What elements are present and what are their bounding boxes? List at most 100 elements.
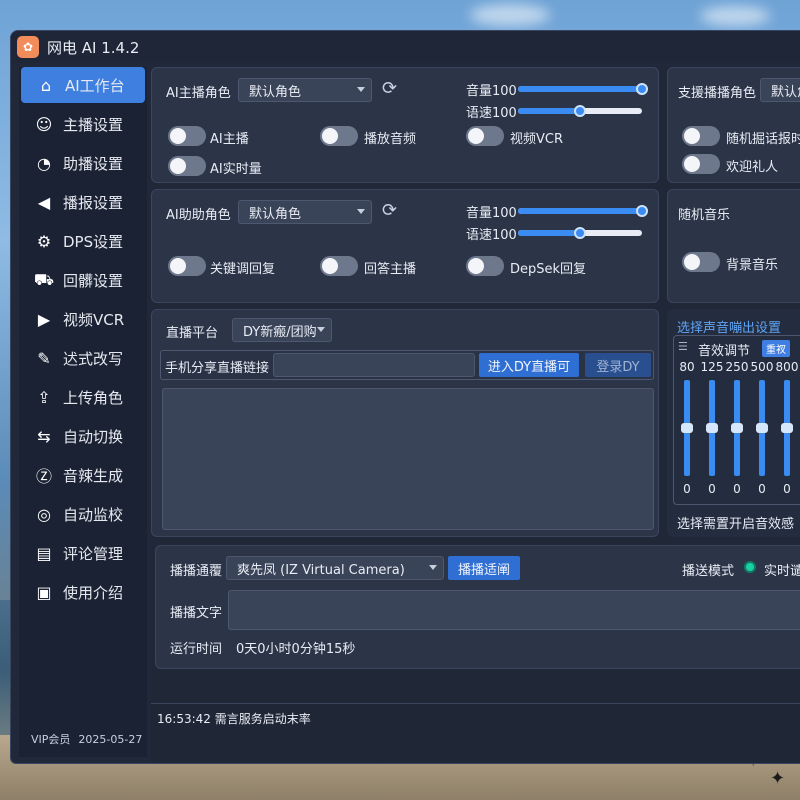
broadcast-text-input[interactable]: [228, 590, 800, 630]
video-icon: ▶: [37, 309, 51, 329]
sidebar-item-label: 视频VCR: [63, 310, 125, 329]
background-music-toggle[interactable]: [682, 252, 720, 272]
eq-band-label: 500: [750, 360, 774, 374]
sidebar-item-label: 使用介绍: [63, 583, 124, 602]
play-audio-toggle[interactable]: [320, 126, 358, 146]
random-report-toggle[interactable]: [682, 126, 720, 146]
broadcast-mode-radio[interactable]: [744, 561, 756, 573]
sidebar-item-comment-management[interactable]: ▤ 评论管理: [19, 535, 147, 571]
sidebar-item-reply-settings[interactable]: ⛟ 回髒设置: [19, 262, 147, 298]
upload-icon: ⇪: [37, 387, 51, 407]
gear-icon: ⚙: [36, 231, 52, 251]
host-volume-slider[interactable]: [518, 83, 648, 95]
music-panel-title: 随机音乐: [678, 208, 731, 223]
answer-host-toggle[interactable]: [320, 256, 358, 276]
broadcast-test-button[interactable]: 播播适阐: [448, 556, 520, 580]
sidebar-item-label: 评论管理: [63, 544, 124, 563]
video-vcr-toggle[interactable]: [466, 126, 504, 146]
eq-reset-button[interactable]: 重衩: [762, 340, 790, 357]
aide-speed-label: 语速100: [466, 228, 517, 243]
link-input[interactable]: [273, 353, 475, 377]
sidebar-item-audio-generate[interactable]: Ⓩ 音辣生成: [19, 457, 147, 493]
sidebar-item-label: 迖式改写: [63, 349, 124, 368]
eq-band-label: 80: [679, 360, 695, 374]
host-panel: AI主播角色 默认角色 ⟳ 音量100 语速100 AI主播 播放音频 视频VC…: [151, 67, 659, 183]
eq-slider[interactable]: [706, 380, 718, 476]
sidebar-item-label: DPS设置: [63, 232, 124, 251]
sidebar-item-label: 播报设置: [63, 193, 124, 212]
book-icon: ▣: [36, 582, 52, 602]
sidebar-item-auto-monitor[interactable]: ◎ 自动监校: [19, 496, 147, 532]
link-row: 手机分享直播链接 进入DY直播可 登录DY: [160, 350, 654, 380]
chevron-down-icon: [357, 209, 365, 214]
ai-host-toggle[interactable]: [168, 126, 206, 146]
eq-band-value: 0: [733, 482, 741, 496]
sidebar-item-ai-workbench[interactable]: ⌂ AI工作台: [21, 67, 145, 103]
random-report-toggle-label: 随机掘话报时: [726, 132, 800, 147]
host-role-label: AI主播角色: [166, 86, 231, 101]
eq-slider[interactable]: [731, 380, 743, 476]
aide-volume-slider[interactable]: [518, 205, 648, 217]
platform-select[interactable]: DY新瘢/团购: [232, 318, 332, 342]
pen-icon: ✎: [37, 348, 51, 368]
answer-host-toggle-label: 回答主播: [364, 262, 417, 277]
sidebar-item-usage-guide[interactable]: ▣ 使用介绍: [19, 574, 147, 610]
sidebar-item-label: AI工作台: [65, 76, 125, 95]
app-window: ✿ 网电 AI 1.4.2 ⌂ AI工作台 ☺ 主播设置 ◔ 助播设置 ◀ 播报设置 ⚙…: [10, 30, 800, 764]
runtime-value: 0天0小时0分钟15秒: [236, 642, 356, 657]
host-role-value: 默认角色: [249, 84, 302, 100]
eq-slider[interactable]: [781, 380, 793, 476]
music-panel: 随机音乐 背景音乐: [667, 189, 800, 303]
eq-band-label: 800: [775, 360, 799, 374]
aide-role-value: 默认角色: [249, 206, 302, 222]
host-role-select[interactable]: 默认角色: [238, 78, 372, 102]
login-button[interactable]: 登录DY: [585, 353, 651, 377]
sidebar-item-dps-settings[interactable]: ⚙ DPS设置: [19, 223, 147, 259]
cloud: [700, 6, 770, 26]
chevron-down-icon: [357, 87, 365, 92]
eq-slider[interactable]: [756, 380, 768, 476]
video-vcr-toggle-label: 视频VCR: [510, 132, 564, 147]
broadcast-text-label: 播播文字: [170, 606, 223, 621]
sidebar-item-upload-role[interactable]: ⇪ 上传角色: [19, 379, 147, 415]
enter-live-button[interactable]: 进入DY直播可: [479, 353, 579, 377]
host-volume-label: 音量100: [466, 84, 517, 99]
sidebar-item-rewrite[interactable]: ✎ 迖式改写: [19, 340, 147, 376]
sidebar-item-auto-switch[interactable]: ⇆ 自动切换: [19, 418, 147, 454]
eq-title: 选择声音嘣出设置: [677, 321, 782, 336]
log-panel: 16:53:42 需言服务启动末率: [151, 703, 800, 763]
welcome-gift-toggle[interactable]: [682, 154, 720, 174]
live-output-area[interactable]: [162, 388, 654, 530]
keyword-reply-toggle[interactable]: [168, 256, 206, 276]
sidebar-item-assistant-settings[interactable]: ◔ 助播设置: [19, 145, 147, 181]
broadcast-panel: 播播通覆 爽先凤 (IZ Virtual Camera) 播播适阐 播送模式 实…: [155, 545, 800, 669]
play-audio-toggle-label: 播放音频: [364, 132, 417, 147]
ai-realtime-toggle[interactable]: [168, 156, 206, 176]
aide-speed-slider[interactable]: [518, 227, 642, 239]
user-icon: ☺: [35, 114, 53, 134]
vip-label: VIP会员: [31, 733, 71, 746]
channel-value: 爽先凤 (IZ Virtual Camera): [237, 562, 405, 578]
eq-band-value: 0: [683, 482, 691, 496]
assistant-role-panel: 支援播播角色 默认角 随机掘话报时 欢迎礼人: [667, 67, 800, 183]
assistant-role-select[interactable]: 默认角: [760, 78, 800, 102]
sidebar-item-broadcast-settings[interactable]: ◀ 播报设置: [19, 184, 147, 220]
refresh-icon[interactable]: ⟳: [382, 78, 397, 99]
sidebar-item-host-settings[interactable]: ☺ 主播设置: [19, 106, 147, 142]
chevron-down-icon: [317, 327, 325, 332]
broadcast-mode-label: 播送模式: [682, 564, 735, 579]
ai-host-toggle-label: AI主播: [210, 132, 249, 147]
refresh-icon[interactable]: ⟳: [382, 200, 397, 221]
sidebar-item-video-vcr[interactable]: ▶ 视频VCR: [19, 301, 147, 337]
aide-role-label: AI助助角色: [166, 208, 231, 223]
aide-panel: AI助助角色 默认角色 ⟳ 音量100 语速100 关键调回复 回答主播 Dep…: [151, 189, 659, 303]
sidebar-item-label: 助播设置: [63, 154, 124, 173]
titlebar: ✿ 网电 AI 1.4.2: [11, 31, 800, 63]
vip-date: 2025-05-27: [78, 733, 143, 746]
host-speed-slider[interactable]: [518, 105, 642, 117]
channel-select[interactable]: 爽先凤 (IZ Virtual Camera): [226, 556, 444, 580]
monitor-icon: ◎: [37, 504, 51, 524]
depsek-reply-toggle[interactable]: [466, 256, 504, 276]
eq-slider[interactable]: [681, 380, 693, 476]
aide-role-select[interactable]: 默认角色: [238, 200, 372, 224]
